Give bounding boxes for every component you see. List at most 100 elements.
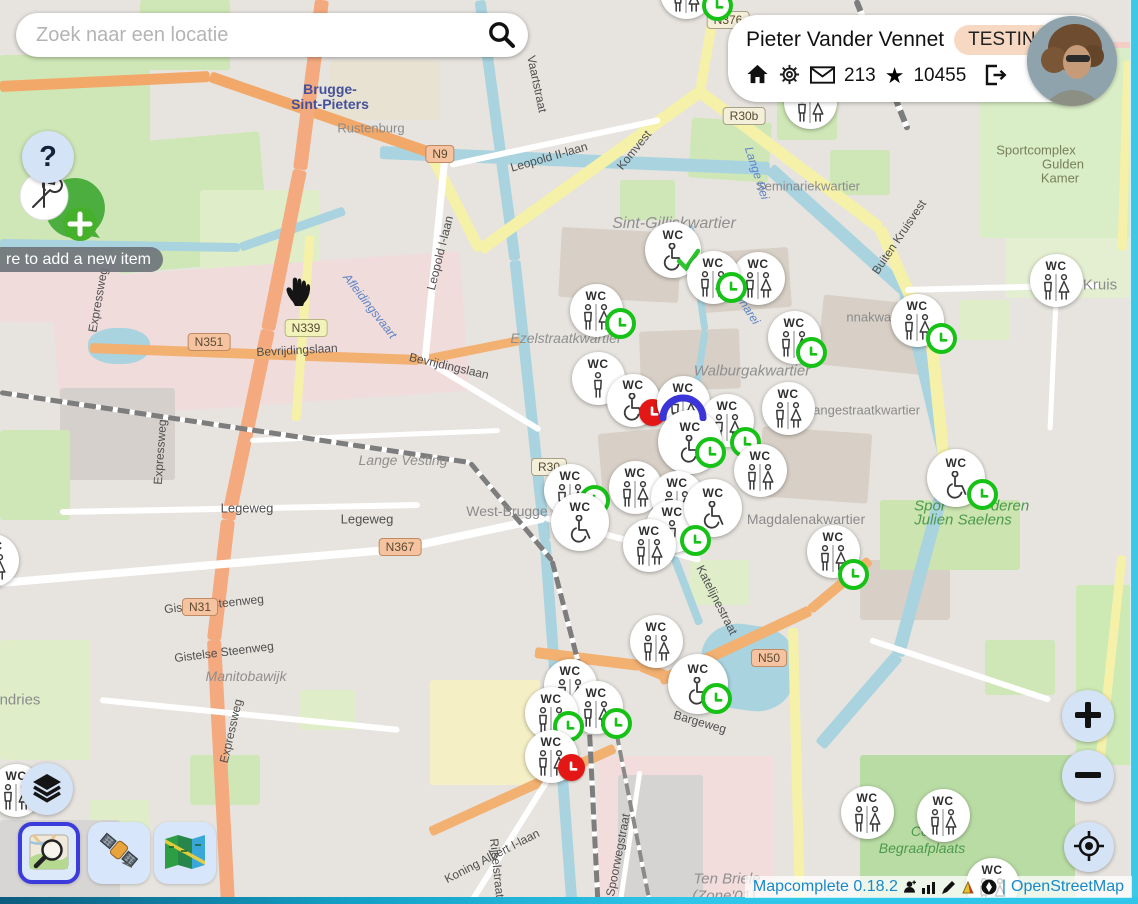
add-item-tooltip: re to add a new item xyxy=(0,247,163,272)
wc-label: WC xyxy=(703,487,724,499)
logout-button[interactable] xyxy=(983,64,1007,89)
wc-label: WC xyxy=(688,663,709,675)
search-input[interactable] xyxy=(34,23,484,48)
map-road xyxy=(788,628,805,904)
wc-label: WC xyxy=(646,621,667,633)
wc-label: WC xyxy=(717,400,738,412)
wc-label: WC xyxy=(784,317,805,329)
tooltip-text: re to add a new item xyxy=(6,251,151,269)
help-button[interactable]: ? xyxy=(22,131,74,183)
road-ref-badge: R30b xyxy=(723,107,766,125)
right-accent-strip[interactable] xyxy=(1130,0,1138,904)
wc-label: WC xyxy=(586,687,607,699)
wc-label: WC xyxy=(588,358,609,370)
map-road xyxy=(60,502,420,515)
envelope-icon xyxy=(810,66,835,87)
opening-hours-badge-green[interactable] xyxy=(796,337,827,368)
road-ref-badge: N50 xyxy=(751,649,787,667)
map-area xyxy=(960,300,1010,340)
search-bar xyxy=(16,13,528,57)
search-button[interactable] xyxy=(484,17,518,54)
road-ref-badge: N339 xyxy=(285,319,328,337)
road-ref-badge: N351 xyxy=(188,333,231,351)
background-satellite-button[interactable] xyxy=(88,822,150,884)
toilet-marker[interactable]: WC xyxy=(734,444,787,497)
map-area xyxy=(690,560,750,605)
crosshair-icon xyxy=(1072,829,1106,866)
mapcomplete-version-link[interactable]: Mapcomplete 0.18.2 xyxy=(753,878,898,896)
map-area xyxy=(330,60,440,120)
map-magnifier-icon xyxy=(27,830,71,877)
toilet-marker[interactable]: WC xyxy=(623,519,676,572)
star-icon: ★ xyxy=(885,65,905,87)
opening-hours-badge-green[interactable] xyxy=(701,683,732,714)
zoom-in-button[interactable] xyxy=(1062,690,1114,742)
layers-icon xyxy=(31,773,63,806)
opening-hours-badge-green[interactable] xyxy=(926,323,957,354)
geolocate-button[interactable] xyxy=(1064,822,1114,872)
wc-label: WC xyxy=(639,525,660,537)
map-canvas[interactable]: Brugge-Sint-PietersRustenburgSint-Gillis… xyxy=(0,0,1138,904)
josm-icon[interactable] xyxy=(961,880,976,895)
zoom-out-button[interactable] xyxy=(1062,750,1114,802)
minus-icon xyxy=(1075,762,1101,791)
wc-label: WC xyxy=(560,665,581,677)
opening-hours-badge-red[interactable] xyxy=(558,754,585,781)
map-area xyxy=(0,430,70,520)
changeset-count: 10455 xyxy=(913,65,966,87)
wc-label: WC xyxy=(748,258,769,270)
opening-hours-badge-green[interactable] xyxy=(601,708,632,739)
help-label: ? xyxy=(39,141,57,174)
bottom-accent-bar xyxy=(0,897,1138,904)
opening-hours-badge-green[interactable] xyxy=(605,308,636,339)
toilet-marker[interactable]: WC xyxy=(551,493,609,551)
opening-hours-badge-green[interactable] xyxy=(680,525,711,556)
toilet-marker[interactable]: WC xyxy=(841,786,894,839)
map-area xyxy=(880,500,1020,570)
openstreetmap-link[interactable]: OpenStreetMap xyxy=(1011,878,1124,896)
avatar-image xyxy=(1027,16,1117,106)
edit-icon[interactable] xyxy=(941,880,956,895)
attribution-separator: | xyxy=(1002,878,1006,896)
opening-hours-badge-green[interactable] xyxy=(716,272,747,303)
background-osm-carto-button[interactable] xyxy=(18,822,80,884)
user-stats-icon[interactable] xyxy=(903,880,916,894)
map-area xyxy=(620,180,675,220)
map-label: Langestraatkwartier xyxy=(806,403,920,418)
messages-button[interactable] xyxy=(810,66,835,87)
avatar[interactable] xyxy=(1027,16,1117,106)
map-label: Legeweg xyxy=(341,512,394,527)
toilet-marker[interactable]: WC xyxy=(630,615,683,668)
wc-label: WC xyxy=(680,421,701,433)
statistics-icon[interactable] xyxy=(921,881,936,894)
map-road xyxy=(100,697,401,733)
toilet-marker[interactable]: WC xyxy=(1030,254,1083,307)
mapillary-icon[interactable] xyxy=(981,879,997,895)
wc-label: WC xyxy=(560,470,581,482)
map-area xyxy=(0,640,90,760)
map-label: Gistelse Steenweg xyxy=(173,639,274,665)
opening-hours-badge-green[interactable] xyxy=(838,559,869,590)
wc-label: WC xyxy=(703,257,724,269)
map-road xyxy=(207,519,235,641)
opening-hours-badge-green[interactable] xyxy=(967,479,998,510)
toilet-marker[interactable]: WC xyxy=(917,789,970,842)
toilet-marker[interactable]: WC xyxy=(762,382,815,435)
changesets-button[interactable]: ★ xyxy=(885,65,905,87)
attribution-bar: Mapcomplete 0.18.2 | OpenStreetMap xyxy=(745,876,1132,898)
home-button[interactable] xyxy=(746,63,769,89)
layers-button[interactable] xyxy=(21,763,73,815)
map-area xyxy=(430,680,540,785)
message-count: 213 xyxy=(844,65,876,87)
settings-button[interactable] xyxy=(778,63,801,89)
search-icon xyxy=(486,19,516,52)
wc-label: WC xyxy=(662,506,683,518)
map-label: Magdalenakwartier xyxy=(747,511,865,527)
wc-label: WC xyxy=(946,457,967,469)
opening-hours-badge-green[interactable] xyxy=(695,437,726,468)
background-map-button[interactable] xyxy=(154,822,216,884)
map-road xyxy=(0,545,400,587)
road-ref-badge: N31 xyxy=(182,598,218,616)
wc-label: WC xyxy=(667,477,688,489)
wc-label: WC xyxy=(625,467,646,479)
